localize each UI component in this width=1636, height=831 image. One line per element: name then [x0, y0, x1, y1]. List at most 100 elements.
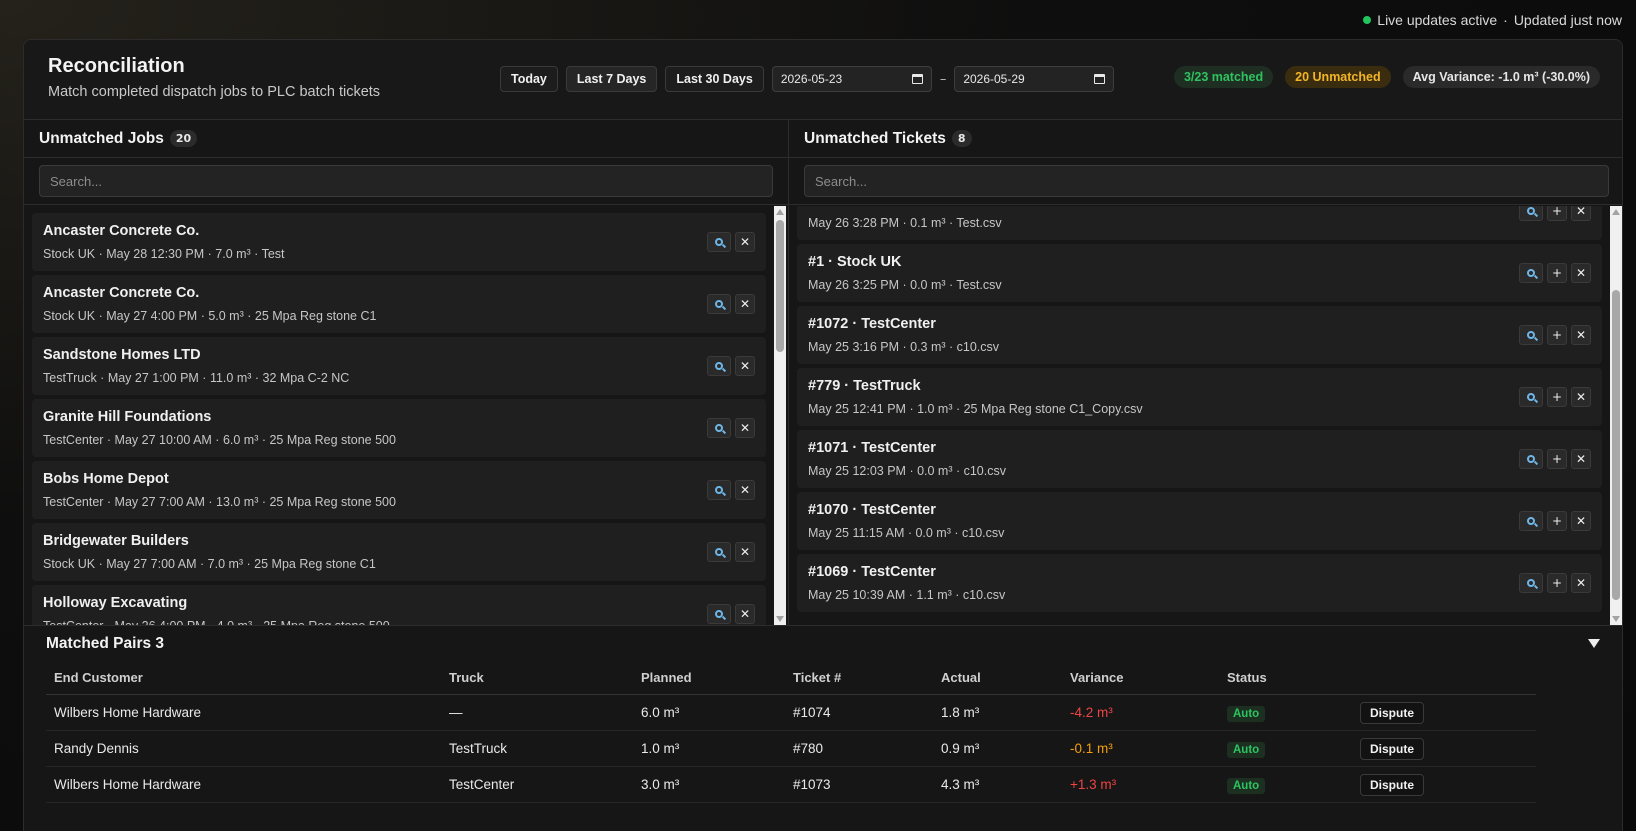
- today-button[interactable]: Today: [500, 66, 558, 92]
- jobs-list-item[interactable]: Bridgewater Builders Stock UK · May 27 7:…: [32, 523, 766, 581]
- date-separator: –: [939, 71, 947, 87]
- search-icon[interactable]: [1519, 387, 1543, 407]
- magnifier-glyph: [715, 424, 723, 432]
- collapse-chevron-icon[interactable]: [1588, 639, 1600, 648]
- calendar-icon[interactable]: [1094, 74, 1106, 84]
- jobs-item-name: Bridgewater Builders: [43, 533, 189, 549]
- item-actions: ✕: [707, 356, 755, 376]
- search-icon[interactable]: [707, 294, 731, 314]
- last-7-days-button[interactable]: Last 7 Days: [565, 66, 658, 92]
- dispute-button[interactable]: Dispute: [1360, 701, 1425, 724]
- jobs-search-input[interactable]: [39, 165, 773, 197]
- unmatched-jobs-pane: Unmatched Jobs 20 Ancaster Concrete Co. S…: [24, 120, 789, 625]
- plus-icon[interactable]: +: [1547, 573, 1567, 593]
- tickets-list-item[interactable]: #1 · Stock UK May 26 3:25 PM · 0.0 m³ · T…: [797, 244, 1602, 302]
- cell-action: Dispute: [1352, 766, 1536, 803]
- close-icon[interactable]: ✕: [735, 232, 755, 252]
- search-icon[interactable]: [1519, 449, 1543, 469]
- date-from-input[interactable]: 2026-05-23: [771, 66, 932, 92]
- plus-icon[interactable]: +: [1547, 263, 1567, 283]
- search-icon[interactable]: [1519, 325, 1543, 345]
- search-icon[interactable]: [707, 418, 731, 438]
- magnifier-glyph: [1527, 517, 1535, 525]
- scroll-down-icon[interactable]: [776, 616, 784, 622]
- close-icon[interactable]: ✕: [735, 356, 755, 376]
- close-icon[interactable]: ✕: [735, 418, 755, 438]
- tickets-list-item[interactable]: #2 · Stock UK May 26 3:28 PM · 0.1 m³ · T…: [797, 206, 1602, 240]
- search-icon[interactable]: [1519, 206, 1543, 221]
- plus-icon[interactable]: +: [1547, 325, 1567, 345]
- close-icon[interactable]: ✕: [735, 542, 755, 562]
- table-row: Wilbers Home Hardware TestCenter 3.0 m³ #10…: [46, 766, 1536, 803]
- item-actions: ✕: [707, 294, 755, 314]
- dispute-button[interactable]: Dispute: [1360, 737, 1425, 760]
- tickets-search-input[interactable]: [804, 165, 1609, 197]
- close-icon[interactable]: ✕: [1571, 449, 1591, 469]
- tickets-list-item[interactable]: #779 · TestTruck May 25 12:41 PM · 1.0 m³…: [797, 368, 1602, 426]
- close-icon[interactable]: ✕: [1571, 263, 1591, 283]
- magnifier-glyph: [1527, 331, 1535, 339]
- scroll-up-icon[interactable]: [776, 209, 784, 215]
- search-icon[interactable]: [707, 232, 731, 252]
- close-icon[interactable]: ✕: [1571, 573, 1591, 593]
- search-icon[interactable]: [707, 542, 731, 562]
- tickets-item-name: #779 · TestTruck: [808, 378, 921, 394]
- jobs-item-meta: TestCenter · May 27 7:00 AM · 13.0 m³ · …: [43, 495, 396, 509]
- close-icon[interactable]: ✕: [1571, 325, 1591, 345]
- page-header: Reconciliation Match completed dispatch …: [24, 40, 1622, 120]
- scroll-down-icon[interactable]: [1612, 616, 1620, 622]
- scroll-thumb[interactable]: [776, 220, 784, 352]
- col-variance: Variance: [1062, 662, 1219, 695]
- scroll-up-icon[interactable]: [1612, 209, 1620, 215]
- jobs-list-item[interactable]: Sandstone Homes LTD TestTruck · May 27 1:…: [32, 337, 766, 395]
- tickets-list-item[interactable]: #1072 · TestCenter May 25 3:16 PM · 0.3 m…: [797, 306, 1602, 364]
- search-icon[interactable]: [707, 356, 731, 376]
- cell-planned: 6.0 m³: [633, 694, 785, 731]
- jobs-item-meta: Stock UK · May 28 12:30 PM · 7.0 m³ · Te…: [43, 247, 285, 261]
- search-icon[interactable]: [1519, 263, 1543, 283]
- cell-variance: +1.3 m³: [1062, 766, 1219, 803]
- plus-icon[interactable]: +: [1547, 511, 1567, 531]
- tickets-list-item[interactable]: #1069 · TestCenter May 25 10:39 AM · 1.1 …: [797, 554, 1602, 612]
- jobs-list-item[interactable]: Granite Hill Foundations TestCenter · May…: [32, 399, 766, 457]
- plus-icon[interactable]: +: [1547, 387, 1567, 407]
- search-icon[interactable]: [707, 604, 731, 624]
- jobs-list-item[interactable]: Holloway ExcavatingTestCenter · May 26 4…: [32, 585, 766, 625]
- jobs-scrollbar[interactable]: [774, 206, 786, 625]
- jobs-list-item[interactable]: Ancaster Concrete Co. Stock UK · May 27 4…: [32, 275, 766, 333]
- scroll-thumb[interactable]: [1612, 290, 1620, 600]
- close-icon[interactable]: ✕: [735, 480, 755, 500]
- jobs-pane-header: Unmatched Jobs 20: [24, 120, 788, 158]
- close-icon[interactable]: ✕: [735, 294, 755, 314]
- tickets-pane-header: Unmatched Tickets 8: [789, 120, 1622, 158]
- close-icon[interactable]: ✕: [1571, 387, 1591, 407]
- date-to-input[interactable]: 2026-05-29: [954, 66, 1115, 92]
- jobs-list-item[interactable]: Bobs Home Depot TestCenter · May 27 7:00 …: [32, 461, 766, 519]
- plus-icon[interactable]: +: [1547, 449, 1567, 469]
- tickets-list-item[interactable]: #1070 · TestCenter May 25 11:15 AM · 0.0 …: [797, 492, 1602, 550]
- unmatched-badge: 20 Unmatched: [1285, 66, 1391, 88]
- matched-badge: 3/23 matched: [1173, 66, 1274, 88]
- tickets-list-item[interactable]: #1071 · TestCenter May 25 12:03 PM · 0.0 …: [797, 430, 1602, 488]
- tickets-item-meta: May 25 12:03 PM · 0.0 m³ · c10.csv: [808, 464, 1006, 478]
- magnifier-glyph: [715, 238, 723, 246]
- jobs-list-item[interactable]: Ancaster Concrete Co. Stock UK · May 28 1…: [32, 213, 766, 271]
- last-30-days-button[interactable]: Last 30 Days: [665, 66, 764, 92]
- cell-truck: TestTruck: [441, 730, 633, 767]
- jobs-item-name: Ancaster Concrete Co.: [43, 285, 200, 301]
- cell-ticket: #780: [785, 730, 933, 767]
- close-icon[interactable]: ✕: [735, 604, 755, 624]
- search-icon[interactable]: [707, 480, 731, 500]
- cell-status: Auto: [1219, 694, 1352, 731]
- search-icon[interactable]: [1519, 511, 1543, 531]
- cell-truck: —: [441, 694, 633, 731]
- search-icon[interactable]: [1519, 573, 1543, 593]
- dispute-button[interactable]: Dispute: [1360, 773, 1425, 796]
- tickets-scrollbar[interactable]: [1610, 206, 1622, 625]
- close-icon[interactable]: ✕: [1571, 206, 1591, 221]
- jobs-item-name: Ancaster Concrete Co.: [43, 223, 200, 239]
- tickets-item-meta: May 26 3:28 PM · 0.1 m³ · Test.csv: [808, 216, 1002, 230]
- close-icon[interactable]: ✕: [1571, 511, 1591, 531]
- plus-icon[interactable]: +: [1547, 206, 1567, 221]
- calendar-icon[interactable]: [911, 74, 923, 84]
